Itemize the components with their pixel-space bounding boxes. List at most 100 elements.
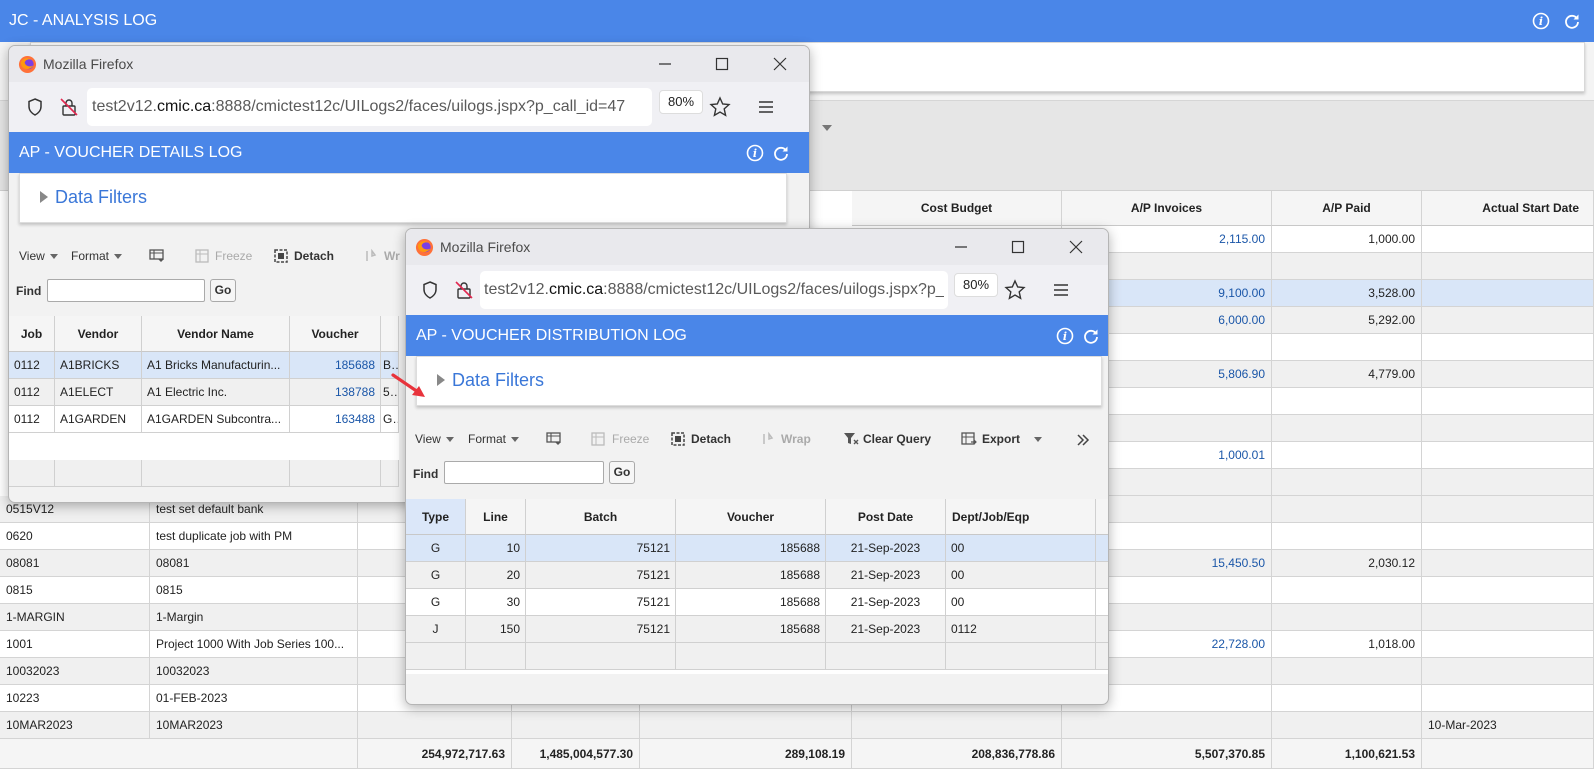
- view-menu[interactable]: View: [415, 432, 454, 446]
- job-name-cell: 01-FEB-2023: [150, 685, 358, 712]
- job-name-cell: 10032023: [150, 658, 358, 685]
- job-cell[interactable]: 1-MARGIN: [0, 604, 150, 631]
- bookmark-star-icon[interactable]: [709, 96, 731, 118]
- dept-cell: 00: [946, 589, 1096, 616]
- view-menu[interactable]: View: [19, 249, 58, 263]
- zoom-level[interactable]: 80%: [659, 90, 703, 114]
- zoom-level[interactable]: 80%: [954, 273, 998, 297]
- col-header-voucher[interactable]: Voucher: [290, 316, 381, 352]
- maximize-icon[interactable]: [712, 54, 732, 74]
- col-header-voucher[interactable]: Voucher: [676, 499, 826, 535]
- minimize-icon[interactable]: [951, 237, 971, 257]
- col-header-job[interactable]: Job: [9, 316, 55, 352]
- detach-button[interactable]: Detach: [294, 249, 334, 263]
- col-header-line[interactable]: Line: [466, 499, 526, 535]
- job-cell[interactable]: 08081: [0, 550, 150, 577]
- data-filters-label[interactable]: Data Filters: [55, 187, 147, 208]
- job-cell[interactable]: 10MAR2023: [0, 712, 150, 739]
- info-icon[interactable]: i: [1056, 327, 1074, 345]
- col-header-post-date[interactable]: Post Date: [826, 499, 946, 535]
- minimize-icon[interactable]: [655, 54, 675, 74]
- column-settings-icon[interactable]: [546, 431, 562, 447]
- refresh-icon[interactable]: [1082, 327, 1100, 345]
- ap-paid-cell: 2,030.12: [1272, 550, 1422, 577]
- column-settings-icon[interactable]: [149, 248, 165, 264]
- close-icon[interactable]: [770, 54, 790, 74]
- url-field[interactable]: test2v12.cmic.ca:8888/cmictest12c/UILogs…: [87, 88, 652, 126]
- data-filters-label[interactable]: Data Filters: [452, 370, 544, 391]
- browser-title-bar: Mozilla Firefox: [9, 46, 809, 82]
- col-header-batch[interactable]: Batch: [526, 499, 676, 535]
- ap-invoices-cell[interactable]: [1062, 712, 1272, 739]
- clear-query-button[interactable]: Clear Query: [863, 432, 931, 446]
- voucher-link[interactable]: 185688: [290, 352, 381, 379]
- grid-cell: [1422, 469, 1594, 496]
- grid-cell: [381, 460, 399, 487]
- col-header-actual-start-date[interactable]: Actual Start Date: [1422, 191, 1594, 226]
- job-cell[interactable]: 0620: [0, 523, 150, 550]
- data-filters-panel[interactable]: Data Filters: [19, 173, 787, 223]
- col-header-ap-paid[interactable]: A/P Paid: [1272, 191, 1422, 226]
- line-cell: 10: [466, 535, 526, 562]
- hamburger-menu-icon[interactable]: [1052, 281, 1070, 299]
- col-header-vendor-name[interactable]: Vendor Name: [142, 316, 290, 352]
- find-label: Find: [413, 467, 439, 481]
- detach-icon[interactable]: [670, 431, 686, 447]
- grid-cell: [526, 643, 676, 670]
- line-cell: 30: [466, 589, 526, 616]
- actual-start-date-cell: [1422, 523, 1594, 550]
- job-cell[interactable]: 1001: [0, 631, 150, 658]
- find-input[interactable]: [444, 461, 604, 484]
- grid-cell: [1096, 535, 1108, 562]
- expand-triangle-icon[interactable]: [40, 191, 48, 203]
- close-icon[interactable]: [1066, 237, 1086, 257]
- insecure-lock-icon[interactable]: [59, 97, 79, 117]
- col-header-vendor[interactable]: Vendor: [55, 316, 142, 352]
- grid-cell: [1422, 226, 1594, 253]
- clear-query-filter-icon[interactable]: [843, 431, 859, 447]
- ap-paid-cell: [1272, 658, 1422, 685]
- chevron-down-icon[interactable]: [822, 125, 832, 131]
- col-header-dept[interactable]: Dept/Job/Eqp: [946, 499, 1096, 535]
- voucher-link[interactable]: 138788: [290, 379, 381, 406]
- voucher-link[interactable]: 163488: [290, 406, 381, 433]
- vendor-name-cell: A1 Electric Inc.: [142, 379, 290, 406]
- shield-icon[interactable]: [25, 97, 45, 117]
- refresh-icon[interactable]: [772, 144, 790, 162]
- ap-paid-cell: 1,018.00: [1272, 631, 1422, 658]
- shield-icon[interactable]: [420, 280, 440, 300]
- job-cell[interactable]: 10032023: [0, 658, 150, 685]
- total-cell: 208,836,778.86: [852, 739, 1062, 769]
- col-header-cost-budget[interactable]: Cost Budget: [852, 191, 1062, 226]
- col-header-type[interactable]: Type: [406, 499, 466, 535]
- detach-button[interactable]: Detach: [691, 432, 731, 446]
- grid-cell: GR: [381, 406, 399, 433]
- expand-triangle-icon[interactable]: [437, 374, 445, 386]
- maximize-icon[interactable]: [1008, 237, 1028, 257]
- format-menu[interactable]: Format: [468, 432, 520, 446]
- info-icon[interactable]: i: [746, 144, 764, 162]
- browser-title: Mozilla Firefox: [43, 56, 134, 72]
- refresh-icon[interactable]: [1563, 12, 1581, 30]
- export-button[interactable]: Export: [982, 432, 1043, 446]
- hamburger-menu-icon[interactable]: [757, 98, 775, 116]
- find-input[interactable]: [47, 279, 205, 302]
- info-icon[interactable]: i: [1532, 12, 1550, 30]
- detach-icon[interactable]: [273, 248, 289, 264]
- export-icon[interactable]: [961, 431, 977, 447]
- job-cell[interactable]: 0815: [0, 577, 150, 604]
- data-filters-panel[interactable]: Data Filters: [416, 356, 1102, 406]
- url-text[interactable]: test2v12.cmic.ca:8888/cmictest12c/UILogs…: [484, 281, 944, 299]
- job-cell[interactable]: 10223: [0, 685, 150, 712]
- go-button[interactable]: Go: [210, 279, 236, 302]
- url-text[interactable]: test2v12.cmic.ca:8888/cmictest12c/UILogs…: [92, 98, 650, 116]
- url-field[interactable]: test2v12.cmic.ca:8888/cmictest12c/UILogs…: [480, 271, 948, 309]
- insecure-lock-icon[interactable]: [454, 280, 474, 300]
- format-menu[interactable]: Format: [71, 249, 123, 263]
- go-button[interactable]: Go: [609, 461, 635, 484]
- col-header-ap-invoices[interactable]: A/P Invoices: [1062, 191, 1272, 226]
- total-cell: 289,108.19: [640, 739, 852, 769]
- overflow-chevron-icon[interactable]: [1076, 434, 1090, 446]
- ap-paid-cell: [1272, 712, 1422, 739]
- bookmark-star-icon[interactable]: [1004, 279, 1026, 301]
